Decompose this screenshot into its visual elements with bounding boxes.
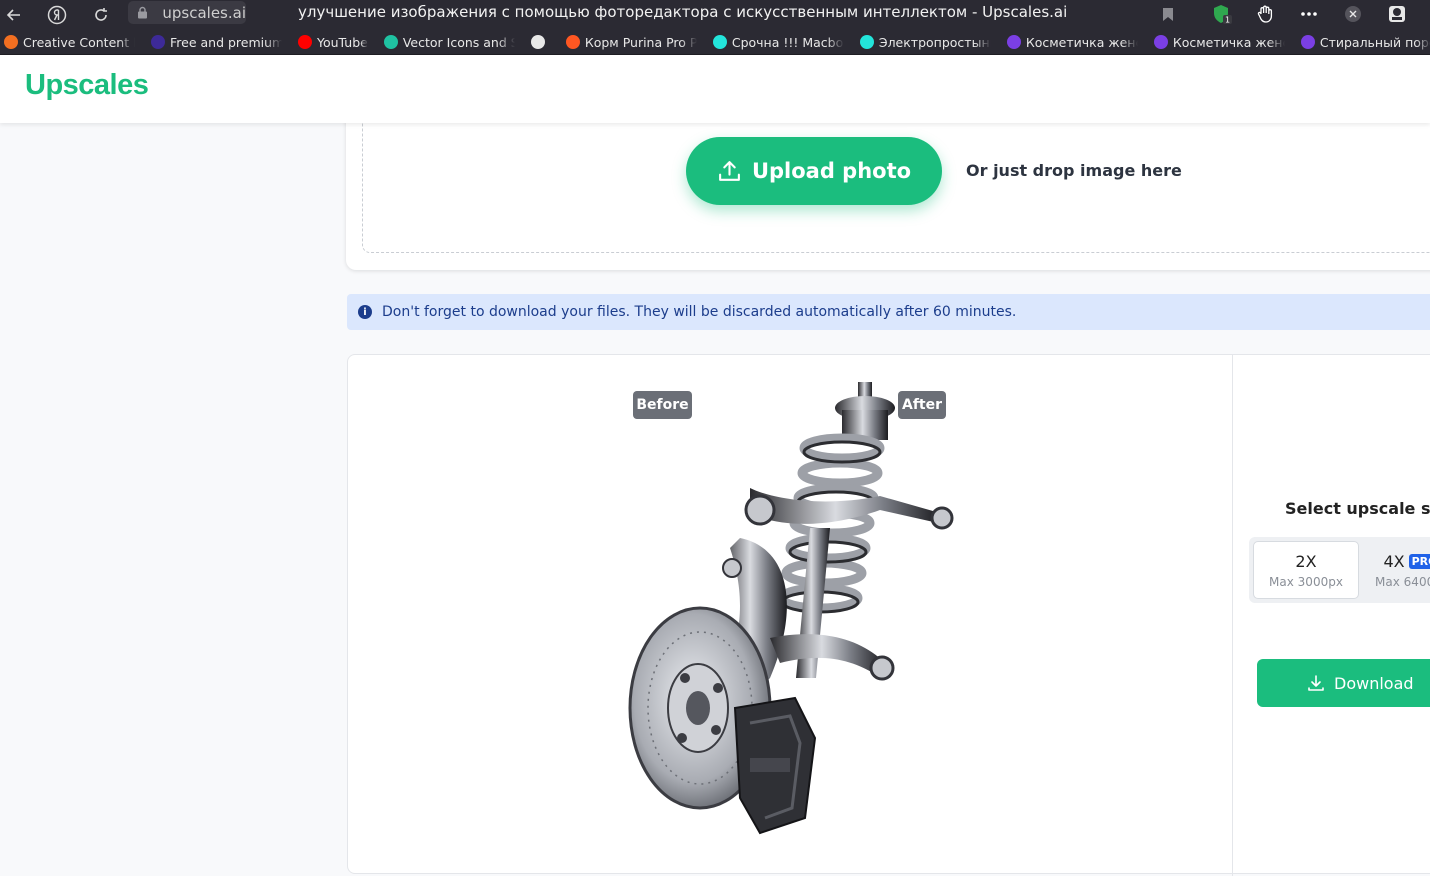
size-option-max: Max 6400px <box>1375 574 1430 589</box>
bookmark-label: Срочна !!! Macboo <box>731 34 844 50</box>
u-icon <box>1153 35 1168 49</box>
back-icon[interactable] <box>1 2 27 28</box>
yandex-icon[interactable] <box>44 2 70 28</box>
upload-icon <box>719 160 740 181</box>
retention-notice: i Don't forget to download your files. T… <box>347 294 1430 330</box>
bookmark-item[interactable] <box>527 30 550 54</box>
more-extension-icon[interactable] <box>1297 2 1321 26</box>
size-option-4x[interactable]: 4X PRO Max 6400px <box>1359 541 1430 599</box>
upscales-logo[interactable]: Upscales <box>25 69 149 102</box>
bookmark-item[interactable]: Creative Content b <box>0 30 135 54</box>
bookmarks-bar: Creative Content b Free and premium YouTub… <box>0 30 1430 55</box>
bookmark-label: YouTube <box>317 34 368 50</box>
upscale-size-title: Select upscale size <box>1285 499 1430 518</box>
doc-icon <box>530 35 545 49</box>
purina-icon <box>565 35 580 49</box>
download-label: Download <box>1334 673 1414 693</box>
svg-text:1: 1 <box>1225 16 1230 25</box>
after-badge: After <box>898 391 946 419</box>
hand-extension-icon[interactable] <box>1254 2 1278 26</box>
url-text: upscales.ai <box>162 3 246 22</box>
bookmark-item[interactable]: Косметичка женс <box>1150 30 1285 54</box>
size-option-2x[interactable]: 2X Max 3000px <box>1253 541 1359 599</box>
notice-text: Don't forget to download your files. The… <box>382 304 1017 320</box>
youtube-icon <box>298 35 312 49</box>
bookmark-item[interactable]: Vector Icons and S <box>380 30 515 54</box>
before-after-comparison[interactable] <box>620 378 960 842</box>
bookmark-item[interactable]: Срочна !!! Macboo <box>709 30 844 54</box>
bookmark-label: Free and premium <box>170 34 282 50</box>
address-bar[interactable]: upscales.ai <box>128 1 246 24</box>
size-option-label: 4X <box>1383 551 1405 571</box>
bookmark-label: Стиральный поро <box>1319 34 1430 50</box>
lock-icon <box>133 6 152 19</box>
info-icon: i <box>358 305 372 319</box>
u-icon <box>1006 35 1021 49</box>
bookmark-item[interactable]: YouTube <box>294 30 368 54</box>
bookmark-label: Косметичка женс <box>1172 34 1285 50</box>
suspension-image <box>628 382 954 835</box>
vector-icon <box>383 35 398 49</box>
bookmark-item[interactable]: Корм Purina Pro P <box>562 30 697 54</box>
download-icon <box>1308 675 1324 691</box>
size-option-max: Max 3000px <box>1269 574 1343 589</box>
bookmark-item[interactable]: Косметичка женс <box>1003 30 1138 54</box>
bookmark-item[interactable]: Free and premium <box>147 30 282 54</box>
bookmark-item[interactable]: Электропростыни <box>856 30 991 54</box>
upscale-size-selector: 2X Max 3000px 4X PRO Max 6400px <box>1249 537 1430 603</box>
panel-divider <box>1232 355 1233 876</box>
creative-icon <box>4 35 18 49</box>
page-title: улучшение изображения с помощью фотореда… <box>298 3 1068 21</box>
bookmark-item[interactable]: Стиральный поро <box>1297 30 1430 54</box>
shield-extension-icon[interactable]: 1 <box>1210 2 1234 26</box>
bookmark-label: Vector Icons and S <box>402 34 515 50</box>
tools-extension-icon[interactable] <box>1341 2 1365 26</box>
before-badge: Before <box>633 391 692 419</box>
size-option-label: 2X <box>1295 551 1317 571</box>
u-icon <box>1300 35 1315 49</box>
freepik-icon <box>151 35 165 49</box>
bookmark-label: Creative Content b <box>23 34 135 50</box>
reload-icon[interactable] <box>88 2 114 28</box>
bookmark-label: Косметичка женс <box>1025 34 1138 50</box>
profile-extension-icon[interactable] <box>1385 2 1409 26</box>
drop-hint: Or just drop image here <box>966 161 1182 180</box>
bookmark-icon[interactable] <box>1156 2 1180 26</box>
upload-button-label: Upload photo <box>751 159 912 183</box>
bookmark-label: Корм Purina Pro P <box>584 34 697 50</box>
pro-badge: PRO <box>1408 553 1430 569</box>
olx-icon <box>859 35 874 49</box>
browser-toolbar: upscales.ai улучшение изображения с помо… <box>0 0 1430 30</box>
olx-icon <box>712 35 727 49</box>
app-header: Upscales <box>0 55 1430 123</box>
download-button[interactable]: Download <box>1257 659 1430 707</box>
bookmark-label: Электропростыни <box>878 34 991 50</box>
upload-photo-button[interactable]: Upload photo <box>686 137 942 205</box>
